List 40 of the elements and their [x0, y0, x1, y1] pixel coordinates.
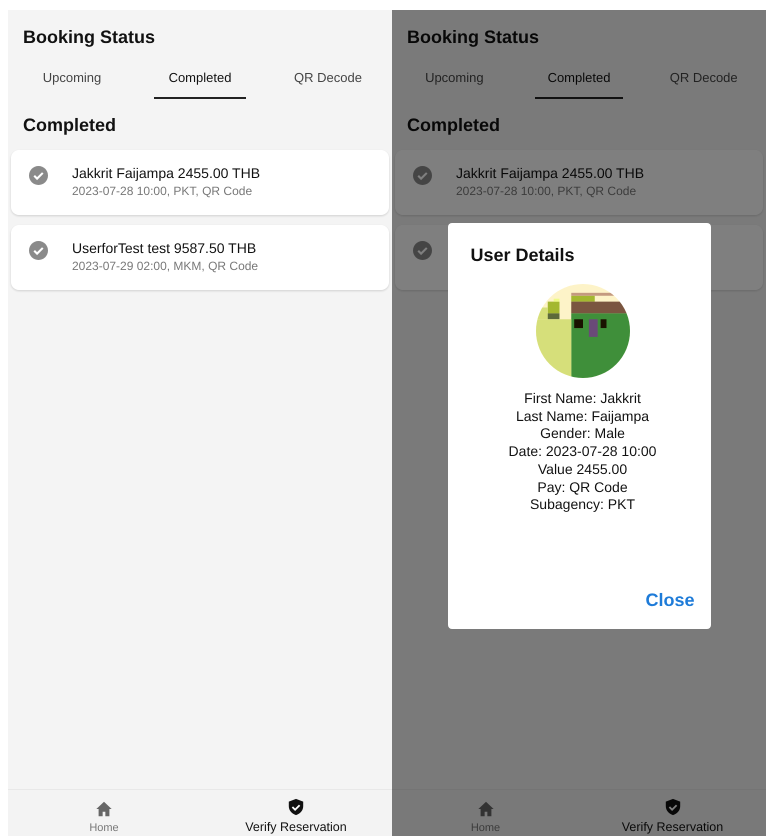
- booking-details: 2023-07-28 10:00, PKT, QR Code: [72, 184, 254, 198]
- check-circle-icon: [413, 166, 432, 185]
- tab[interactable]: Upcoming: [410, 66, 499, 99]
- shield-check-icon: [287, 798, 305, 816]
- booking-title: Jakkrit Faijampa 2455.00 THB: [72, 165, 260, 181]
- detail-line: First Name: Jakkrit: [523, 390, 642, 408]
- booking-details: 2023-07-28 10:00, PKT, QR Code: [456, 184, 638, 198]
- section-heading: Completed: [406, 114, 502, 137]
- section-heading: Completed: [22, 114, 118, 137]
- tab[interactable]: Upcoming: [26, 66, 118, 99]
- nav-item[interactable]: Verify Reservation: [579, 790, 766, 836]
- tab[interactable]: QR Decode: [282, 66, 374, 99]
- home-icon: [95, 800, 113, 818]
- check-circle-icon: [29, 166, 48, 185]
- page-title: Booking Status: [406, 26, 540, 48]
- page-title: Booking Status: [22, 26, 156, 48]
- booking-card[interactable]: Jakkrit Faijampa 2455.00 THB 2023-07-28 10:00, PKT, QR Code: [395, 150, 763, 215]
- detail-line: Date: 2023-07-28 10:00: [508, 443, 658, 461]
- close-button[interactable]: Close: [645, 590, 694, 611]
- tab[interactable]: Completed: [154, 66, 246, 99]
- detail-line: Gender: Male: [539, 425, 626, 444]
- detail-line: Pay: QR Code: [536, 478, 629, 496]
- booking-card[interactable]: Jakkrit Faijampa 2455.00 THB 2023-07-28 10:00, PKT, QR Code: [11, 150, 389, 215]
- shield-check-icon: [664, 798, 682, 816]
- booking-card[interactable]: UserforTest test 9587.50 THB 2023-07-29 02:00, MKM, QR Code: [11, 225, 389, 290]
- booking-details: 2023-07-29 02:00, MKM, QR Code: [72, 259, 258, 273]
- nav-item[interactable]: Home: [8, 790, 200, 836]
- nav-item[interactable]: Verify Reservation: [200, 790, 392, 836]
- nav-item[interactable]: Home: [392, 790, 579, 836]
- tab[interactable]: QR Decode: [659, 66, 748, 99]
- detail-line: Subagency: PKT: [528, 496, 636, 514]
- check-circle-icon: [29, 241, 48, 260]
- booking-title: Jakkrit Faijampa 2455.00 THB: [456, 165, 644, 181]
- booking-title: UserforTest test 9587.50 THB: [72, 240, 258, 256]
- check-circle-icon: [413, 241, 432, 260]
- dialog-title: User Details: [470, 245, 576, 266]
- detail-line: Last Name: Faijampa: [514, 408, 650, 426]
- tab[interactable]: Completed: [534, 66, 624, 99]
- detail-line: Value 2455.00: [536, 460, 628, 479]
- home-icon: [476, 800, 494, 818]
